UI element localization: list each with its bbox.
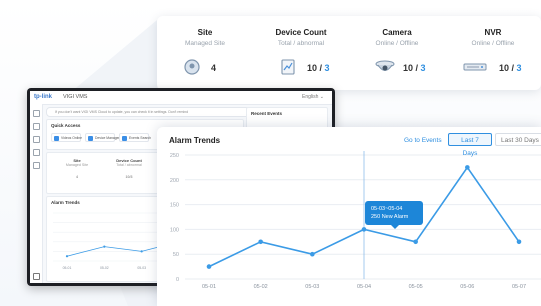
panel-title: Recent Events: [251, 111, 283, 116]
stat-value: 10 / 3: [499, 63, 522, 73]
chart-tooltip: 05-03~05-04 250 New Alarm: [365, 201, 423, 229]
x-tick-label: 05-02: [254, 284, 268, 290]
mini-x-tick-label: 05-02: [100, 266, 109, 270]
stat-title: Camera: [382, 28, 412, 37]
quick-button[interactable]: Device Management: [85, 133, 126, 142]
y-tick-label: 200: [170, 178, 179, 184]
x-tick-label: 05-01: [202, 284, 216, 290]
language-selector[interactable]: English ⌄: [302, 94, 324, 100]
data-point: [310, 251, 315, 257]
brand-logo: tp-link: [34, 94, 52, 100]
stat-title: NVR: [484, 28, 502, 37]
data-point: [516, 239, 522, 245]
tooltip-value: 250 New Alarm: [371, 214, 409, 220]
stat-subtitle: Total / abnormal: [277, 40, 325, 47]
mini-data-point: [103, 245, 106, 248]
mini-x-tick-label: 05-01: [63, 266, 72, 270]
chart-title: Alarm Trends: [169, 136, 221, 145]
video-icon[interactable]: [32, 123, 40, 130]
data-point: [361, 227, 367, 232]
app-topbar: tp-link VIGI VMS English ⌄: [30, 91, 332, 105]
home-icon[interactable]: [32, 110, 40, 117]
y-tick-label: 100: [170, 227, 179, 233]
events-icon[interactable]: [32, 149, 40, 156]
data-point: [258, 239, 263, 245]
stats-card: Site Managed Site 4 Device Count Total /…: [157, 16, 541, 90]
quick-button[interactable]: Events Search: [119, 133, 151, 142]
y-tick-label: 250: [170, 153, 179, 159]
x-tick-label: 05-03: [305, 284, 319, 290]
stat-subtitle: Online / Offline: [471, 40, 515, 47]
y-tick-label: 0: [176, 277, 179, 283]
site-selector[interactable]: VIGI VMS: [63, 94, 87, 100]
mini-data-point: [140, 250, 143, 253]
x-tick-label: 05-05: [409, 284, 423, 290]
data-point: [413, 239, 418, 245]
y-tick-label: 150: [170, 203, 179, 209]
alarm-trends-card: 0 50 100 150 200 250 05-01 05-02 05-03 05-04 05-05…: [157, 127, 541, 306]
stat-subtitle: Online / Offline: [375, 40, 419, 47]
data-point: [206, 264, 212, 269]
settings-icon[interactable]: [32, 162, 40, 169]
stat-subtitle: Managed Site: [184, 40, 226, 47]
user-icon[interactable]: [33, 273, 40, 280]
tab-last-30-days[interactable]: Last 30 Days: [495, 133, 541, 146]
x-tick-label: 05-04: [357, 284, 371, 290]
stat-value: 10 / 3: [403, 63, 426, 73]
x-tick-label: 05-06: [460, 284, 474, 290]
go-to-events-link[interactable]: Go to Events: [404, 137, 442, 144]
quick-button[interactable]: Videos Online: [51, 133, 82, 142]
stat-value: 4: [211, 63, 217, 73]
mini-stat: Site Managed Site 4: [65, 158, 89, 179]
stat-device-count: Device Count Total / abnormal 10 / 3: [253, 16, 349, 90]
data-point: [465, 165, 470, 170]
tooltip-range: 05-03~05-04: [371, 206, 403, 212]
nvr-icon: [463, 63, 487, 71]
tab-last-7-days[interactable]: Last 7 Days: [448, 133, 492, 157]
stat-site: Site Managed Site 4: [157, 16, 253, 90]
y-tick-label: 50: [173, 252, 179, 258]
site-icon: [184, 59, 200, 75]
update-notice: If you don't want VIGI VMS Cloud to upda…: [46, 107, 252, 117]
mini-data-point: [65, 255, 69, 258]
device-icon: [281, 59, 295, 75]
app-sidebar: [30, 104, 43, 283]
device-nav-icon[interactable]: [32, 136, 40, 143]
stat-title: Device Count: [275, 28, 327, 37]
stat-camera: Camera Online / Offline 10 / 3: [349, 16, 445, 90]
stat-title: Site: [197, 28, 213, 37]
stat-value: 10 / 3: [307, 63, 330, 73]
x-tick-label: 05-07: [512, 284, 526, 290]
panel-title: Quick Access: [51, 123, 81, 128]
alarm-trends-chart: 0 50 100 150 200 250 05-01 05-02 05-03 05-04 05-05…: [170, 151, 541, 290]
mini-stat: Device Count Total / abnormal 10/3: [116, 158, 142, 179]
stat-nvr: NVR Online / Offline 10 / 3: [445, 16, 541, 90]
mini-x-tick-label: 05-03: [137, 266, 146, 270]
camera-icon: [375, 60, 395, 71]
